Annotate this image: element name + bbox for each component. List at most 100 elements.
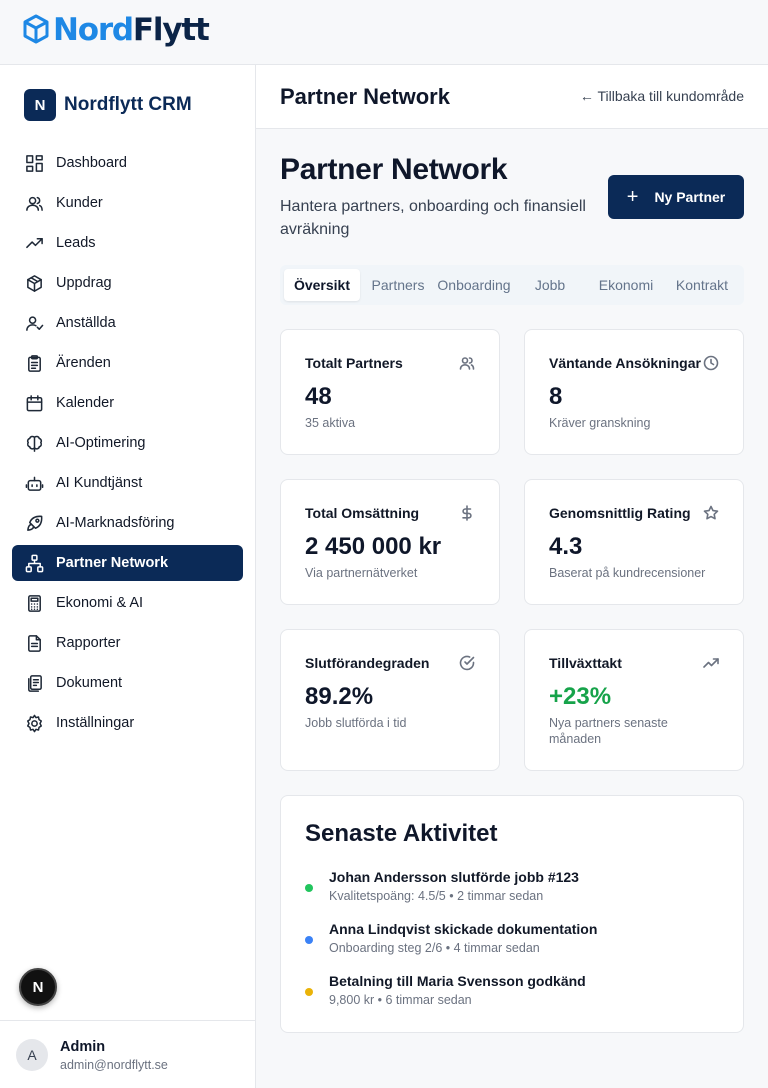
status-dot xyxy=(305,884,313,892)
tab-jobb[interactable]: Jobb xyxy=(516,269,584,301)
user-profile[interactable]: A Admin admin@nordflytt.se xyxy=(0,1020,255,1088)
sidebar-item-label: Inställningar xyxy=(56,715,135,731)
stat-card-growth-rate: Tillväxttakt +23% Nya partners senaste m… xyxy=(524,629,744,771)
page-header: Partner Network ← Tillbaka till kundområ… xyxy=(256,64,768,129)
stat-title: Tillväxttakt xyxy=(549,655,622,671)
network-icon xyxy=(24,553,44,573)
sidebar-item-label: AI-Marknadsföring xyxy=(56,515,175,531)
status-dot xyxy=(305,936,313,944)
sidebar: N Nordflytt CRM Dashboard Kunder Leads U… xyxy=(0,64,256,1088)
stat-title: Väntande Ansökningar xyxy=(549,355,701,371)
sidebar-item-label: Dashboard xyxy=(56,155,127,171)
sidebar-item-ai-marknadsforing[interactable]: AI-Marknadsföring xyxy=(12,505,243,541)
tab-bar: Översikt Partners Onboarding Jobb Ekonom… xyxy=(280,265,744,305)
stat-value: 2 450 000 kr xyxy=(305,533,442,560)
stat-card-average-rating: Genomsnittlig Rating 4.3 Baserat på kund… xyxy=(524,479,744,605)
settings-icon xyxy=(24,713,44,733)
box-logo-icon xyxy=(23,14,49,44)
user-email: admin@nordflytt.se xyxy=(60,1058,168,1072)
new-partner-button[interactable]: + Ny Partner xyxy=(608,175,744,219)
stat-value: 89.2% xyxy=(305,683,374,710)
stat-value: 48 xyxy=(305,383,332,410)
sidebar-item-ai-optimering[interactable]: AI-Optimering xyxy=(12,425,243,461)
sidebar-item-ai-kundtjanst[interactable]: AI Kundtjänst xyxy=(12,465,243,501)
new-partner-label: Ny Partner xyxy=(654,189,726,205)
plus-icon: + xyxy=(626,186,639,208)
back-to-customer-area-link[interactable]: ← Tillbaka till kundområde xyxy=(580,88,744,104)
sidebar-nav: Dashboard Kunder Leads Uppdrag Anställda… xyxy=(12,145,243,745)
sidebar-item-rapporter[interactable]: Rapporter xyxy=(12,625,243,661)
sidebar-item-arenden[interactable]: Ärenden xyxy=(12,345,243,381)
file-text-icon xyxy=(24,633,44,653)
sidebar-item-dashboard[interactable]: Dashboard xyxy=(12,145,243,181)
user-name: Admin xyxy=(60,1039,106,1055)
header-title: Partner Network xyxy=(280,84,450,109)
sidebar-item-uppdrag[interactable]: Uppdrag xyxy=(12,265,243,301)
clock-icon xyxy=(703,355,719,371)
package-icon xyxy=(24,273,44,293)
sidebar-item-label: Rapporter xyxy=(56,635,121,651)
activity-text: Johan Andersson slutförde jobb #123 xyxy=(329,869,579,885)
dashboard-icon xyxy=(24,153,44,173)
stat-card-total-partners: Totalt Partners 48 35 aktiva xyxy=(280,329,500,455)
bot-icon xyxy=(24,473,44,493)
activity-meta: Onboarding steg 2/6 • 4 timmar sedan xyxy=(329,941,540,955)
sidebar-item-ekonomi[interactable]: Ekonomi & AI xyxy=(12,585,243,621)
trending-up-icon xyxy=(703,655,719,671)
tab-oversikt[interactable]: Översikt xyxy=(284,269,360,301)
calendar-icon xyxy=(24,393,44,413)
floating-dev-badge[interactable]: N xyxy=(19,968,57,1006)
nordflytt-logo[interactable]: NordFlytt xyxy=(22,12,210,48)
logo-text: NordFlytt xyxy=(53,12,210,48)
activity-title: Senaste Aktivitet xyxy=(305,820,498,847)
sidebar-item-label: Dokument xyxy=(56,675,123,691)
stat-title: Slutförandegraden xyxy=(305,655,430,671)
sidebar-item-installningar[interactable]: Inställningar xyxy=(12,705,243,741)
tab-kontrakt[interactable]: Kontrakt xyxy=(668,269,736,301)
clipboard-icon xyxy=(24,353,44,373)
page-title: Partner Network xyxy=(280,153,508,186)
sidebar-item-label: Partner Network xyxy=(56,555,169,571)
stat-note: Nya partners senaste månaden xyxy=(549,716,668,746)
sidebar-item-label: Uppdrag xyxy=(56,275,112,291)
sidebar-item-leads[interactable]: Leads xyxy=(12,225,243,261)
brand-name: Nordflytt CRM xyxy=(64,94,192,115)
stat-note: Kräver granskning xyxy=(549,416,651,430)
sidebar-item-kalender[interactable]: Kalender xyxy=(12,385,243,421)
tab-ekonomi[interactable]: Ekonomi xyxy=(590,269,662,301)
stat-value: 4.3 xyxy=(549,533,583,560)
brand-badge: N xyxy=(24,89,56,121)
sidebar-item-partner-network[interactable]: Partner Network xyxy=(12,545,243,581)
stat-card-completion-rate: Slutförandegraden 89.2% Jobb slutförda i… xyxy=(280,629,500,771)
files-icon xyxy=(24,673,44,693)
dollar-icon xyxy=(459,505,475,521)
sidebar-item-anstallda[interactable]: Anställda xyxy=(12,305,243,341)
sidebar-item-label: Leads xyxy=(56,235,96,251)
trending-up-icon xyxy=(24,233,44,253)
tab-partners[interactable]: Partners xyxy=(364,269,432,301)
sidebar-item-kunder[interactable]: Kunder xyxy=(12,185,243,221)
top-bar: NordFlytt xyxy=(0,0,768,64)
stat-card-total-revenue: Total Omsättning 2 450 000 kr Via partne… xyxy=(280,479,500,605)
avatar: A xyxy=(16,1039,48,1071)
brain-icon xyxy=(24,433,44,453)
stat-note: 35 aktiva xyxy=(305,416,356,430)
sidebar-item-label: Ärenden xyxy=(56,355,111,371)
sidebar-item-label: Kunder xyxy=(56,195,103,211)
sidebar-brand[interactable]: N Nordflytt CRM xyxy=(24,89,192,121)
users-icon xyxy=(459,355,475,371)
activity-text: Anna Lindqvist skickade dokumentation xyxy=(329,921,598,937)
activity-meta: 9,800 kr • 6 timmar sedan xyxy=(329,993,472,1007)
stat-title: Genomsnittlig Rating xyxy=(549,505,691,521)
tab-onboarding[interactable]: Onboarding xyxy=(432,269,516,301)
stat-note: Baserat på kundrecensioner xyxy=(549,566,706,580)
check-circle-icon xyxy=(459,655,475,671)
stat-title: Total Omsättning xyxy=(305,505,420,521)
stat-note: Jobb slutförda i tid xyxy=(305,716,407,730)
sidebar-item-dokument[interactable]: Dokument xyxy=(12,665,243,701)
stat-card-pending-applications: Väntande Ansökningar 8 Kräver granskning xyxy=(524,329,744,455)
users-icon xyxy=(24,193,44,213)
stat-title: Totalt Partners xyxy=(305,355,403,371)
sidebar-item-label: Anställda xyxy=(56,315,116,331)
star-icon xyxy=(703,505,719,521)
